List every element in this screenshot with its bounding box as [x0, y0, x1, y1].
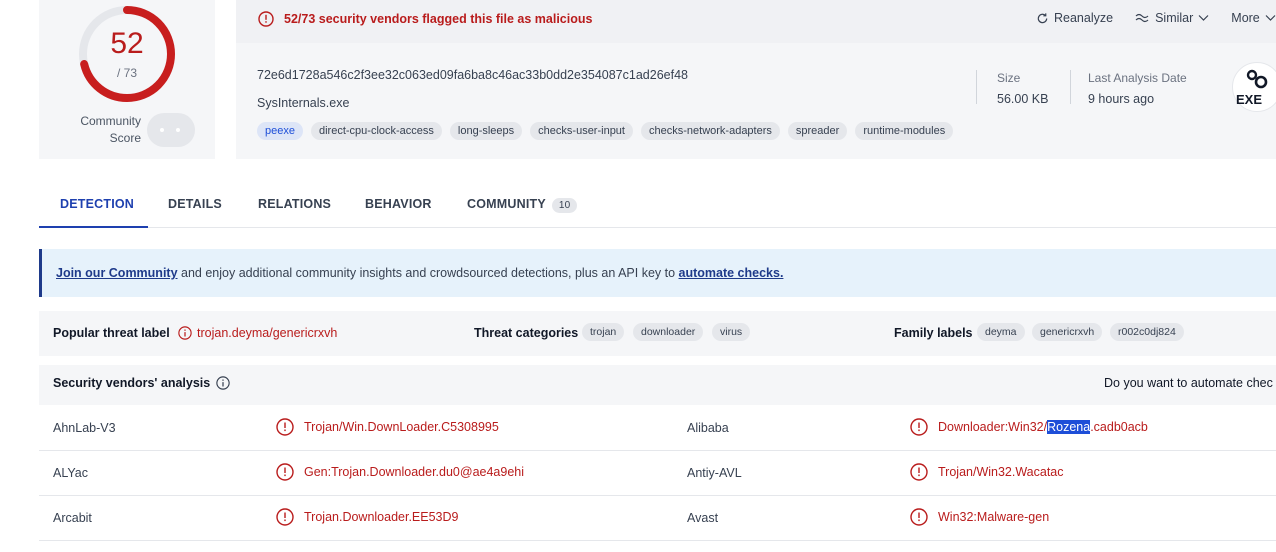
alert-circle-icon: [258, 11, 274, 27]
vendor-name: ALYac: [53, 466, 88, 480]
last-analysis-label: Last Analysis Date: [1088, 71, 1187, 85]
threat-summary-row: Popular threat label trojan.deyma/generi…: [39, 311, 1276, 356]
banner-text: and enjoy additional community insights …: [177, 266, 679, 280]
tab-behavior[interactable]: BEHAVIOR: [365, 197, 432, 211]
file-hash[interactable]: 72e6d1728a546c2f3ee32c063ed09fa6ba8c46ac…: [257, 68, 688, 82]
vendor-name: Alibaba: [687, 421, 729, 435]
info-icon: [178, 326, 192, 340]
file-tag[interactable]: runtime-modules: [855, 122, 954, 140]
alert-circle-icon: [276, 508, 294, 526]
size-value: 56.00 KB: [997, 92, 1049, 106]
join-community-link[interactable]: Join our Community: [56, 266, 178, 280]
community-banner: Join our Community and enjoy additional …: [39, 249, 1276, 297]
file-actions: Reanalyze Similar More: [1036, 11, 1276, 25]
vendors-header: Security vendors' analysis Do you want t…: [39, 365, 1276, 405]
similar-button[interactable]: Similar: [1135, 11, 1209, 25]
threat-categories-label: Threat categories: [474, 326, 579, 340]
alert-circle-icon: [276, 418, 294, 436]
file-tag[interactable]: checks-network-adapters: [641, 122, 780, 140]
file-tag[interactable]: long-sleeps: [449, 122, 523, 140]
refresh-icon: [1037, 12, 1048, 23]
tab-details[interactable]: DETAILS: [168, 197, 222, 211]
alert-bar: 52/73 security vendors flagged this file…: [236, 0, 1276, 43]
family-tag[interactable]: deyma: [977, 323, 1025, 341]
vendor-result: Downloader:Win32/Rozena.cadb0acb: [910, 418, 1148, 436]
meta-divider: [1070, 70, 1071, 104]
file-tag[interactable]: direct-cpu-clock-access: [310, 122, 442, 140]
similar-icon: [1135, 13, 1149, 23]
family-tag[interactable]: genericrxvh: [1032, 323, 1103, 341]
file-tag[interactable]: peexe: [257, 122, 303, 140]
detection-count: 52: [110, 27, 144, 60]
vendor-name: Avast: [687, 511, 719, 525]
file-tag[interactable]: spreader: [787, 122, 848, 140]
detection-score-card: 52 / 73 Community Score: [39, 0, 215, 159]
community-score-label: Community Score: [80, 114, 141, 145]
file-tag[interactable]: checks-user-input: [530, 122, 633, 140]
tab-relations[interactable]: RELATIONS: [258, 197, 331, 211]
selected-text: Rozena: [1047, 420, 1091, 434]
alert-circle-icon: [910, 418, 928, 436]
table-row: ALYac Gen:Trojan.Downloader.du0@ae4a9ehi…: [39, 451, 1276, 496]
vendor-name: AhnLab-V3: [53, 421, 116, 435]
vendor-name: Antiy-AVL: [687, 466, 742, 480]
community-score-vote[interactable]: [147, 113, 195, 147]
vendor-result: Trojan.Downloader.EE53D9: [276, 508, 459, 526]
meta-divider: [976, 70, 977, 104]
file-type-text: EXE: [1236, 92, 1263, 107]
info-icon[interactable]: [216, 376, 230, 390]
file-name: SysInternals.exe: [257, 96, 350, 110]
more-button[interactable]: More: [1231, 11, 1276, 25]
vendor-total: / 73: [116, 66, 137, 80]
tab-community[interactable]: COMMUNITY 10: [467, 197, 578, 213]
popular-threat-value[interactable]: trojan.deyma/genericrxvh: [178, 326, 337, 340]
automate-checks-link[interactable]: automate checks.: [679, 266, 784, 280]
last-analysis-value: 9 hours ago: [1088, 92, 1155, 106]
vendor-result: Win32:Malware-gen: [910, 508, 1049, 526]
file-summary-panel: 52/73 security vendors flagged this file…: [236, 0, 1276, 159]
active-tab-indicator: [39, 226, 148, 228]
chevron-down-icon: [1265, 15, 1276, 21]
community-count-badge: 10: [551, 198, 578, 213]
alert-circle-icon: [910, 508, 928, 526]
vendor-name: Arcabit: [53, 511, 92, 525]
file-tags: peexe direct-cpu-clock-access long-sleep…: [257, 122, 954, 140]
threat-category-tag[interactable]: downloader: [633, 323, 704, 341]
vendors-title: Security vendors' analysis: [53, 376, 230, 390]
vendor-result: Gen:Trojan.Downloader.du0@ae4a9ehi: [276, 463, 524, 481]
automate-prompt[interactable]: Do you want to automate chec: [1104, 376, 1273, 390]
alert-circle-icon: [276, 463, 294, 481]
malicious-alert-text: 52/73 security vendors flagged this file…: [284, 12, 593, 26]
table-row: AhnLab-V3 Trojan/Win.DownLoader.C5308995…: [39, 406, 1276, 451]
alert-circle-icon: [910, 463, 928, 481]
table-row: Arcabit Trojan.Downloader.EE53D9 Avast W…: [39, 496, 1276, 541]
reanalyze-button[interactable]: Reanalyze: [1036, 11, 1113, 25]
chevron-down-icon: [1198, 15, 1209, 21]
popular-threat-label: Popular threat label: [53, 326, 170, 340]
threat-category-tag[interactable]: virus: [712, 323, 751, 341]
vendor-result: Trojan/Win.DownLoader.C5308995: [276, 418, 499, 436]
gears-icon: [1246, 69, 1268, 89]
threat-category-tag[interactable]: trojan: [582, 323, 625, 341]
family-tag[interactable]: r002c0dj824: [1110, 323, 1184, 341]
report-tabs: DETECTION DETAILS RELATIONS BEHAVIOR COM…: [39, 186, 1276, 228]
tab-detection[interactable]: DETECTION: [60, 197, 134, 211]
size-label: Size: [997, 71, 1021, 85]
vendor-result: Trojan/Win32.Wacatac: [910, 463, 1064, 481]
family-labels-label: Family labels: [894, 326, 973, 340]
